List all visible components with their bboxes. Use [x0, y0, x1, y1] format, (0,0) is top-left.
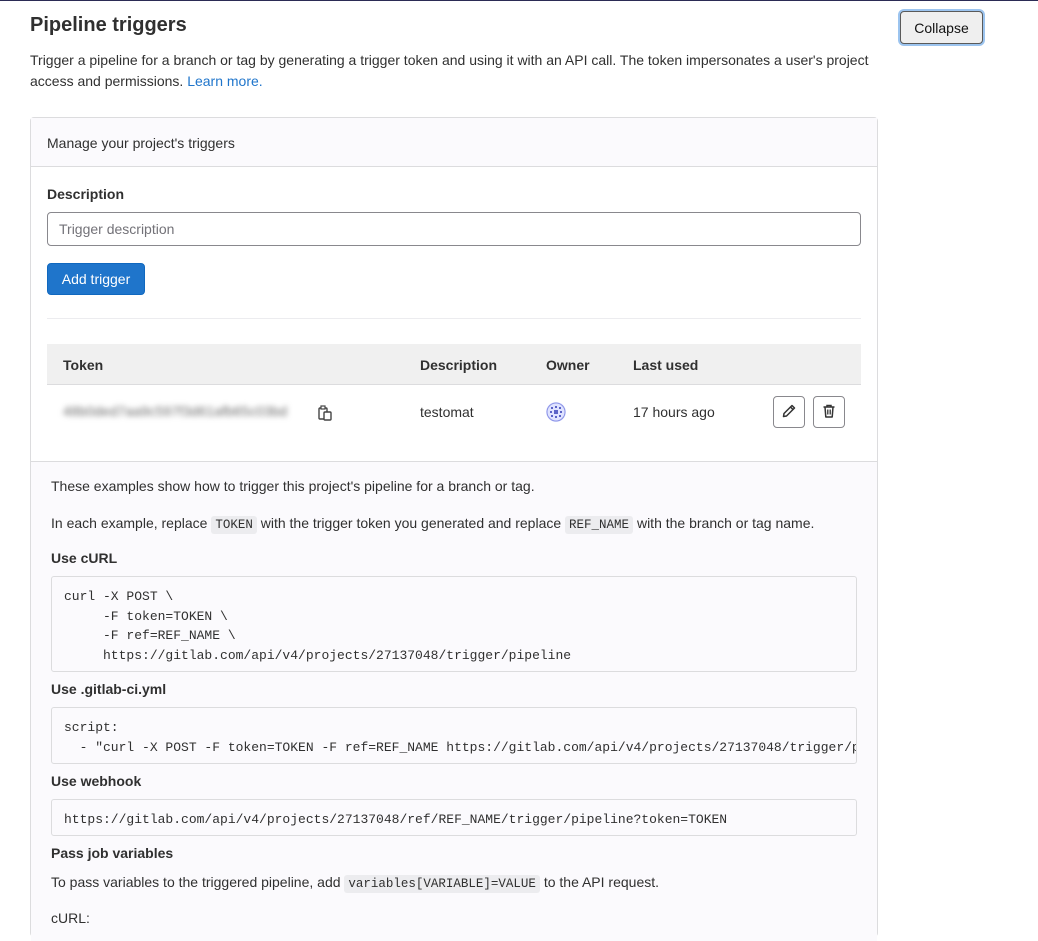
learn-more-link[interactable]: Learn more. [187, 73, 262, 89]
webhook-code-block: https://gitlab.com/api/v4/projects/27137… [51, 799, 857, 836]
code-line: - "curl -X POST -F token=TOKEN -F ref=RE… [64, 739, 857, 755]
edit-trigger-button[interactable] [773, 396, 805, 428]
gitlab-ci-heading: Use .gitlab-ci.yml [51, 681, 167, 697]
examples-section: These examples show how to trigger this … [31, 461, 877, 941]
table-row: 48b0ded7aa9c597f3d61afb65c03bd testomat [47, 385, 861, 441]
webhook-url: https://gitlab.com/api/v4/projects/27137… [64, 812, 728, 827]
curl-heading: Use cURL [51, 550, 118, 566]
examples-replace-note: In each example, replace TOKEN with the … [51, 515, 815, 534]
trigger-token: 48b0ded7aa9c597f3d61afb65c03bd [63, 403, 288, 419]
variables-code: variables[VARIABLE]=VALUE [344, 875, 540, 893]
section-description: Trigger a pipeline for a branch or tag b… [30, 50, 890, 92]
curl-label: cURL: [51, 910, 90, 926]
code-line: -F ref=REF_NAME \ [64, 628, 236, 643]
form-divider [47, 318, 861, 319]
delete-trigger-button[interactable] [813, 396, 845, 428]
ref-name-code: REF_NAME [565, 516, 634, 534]
pass-vars-text-2: to the API request. [543, 874, 660, 890]
triggers-table-header: Token Description Owner Last used [47, 344, 861, 385]
replace-text-1: In each example, replace [51, 515, 208, 531]
pass-variables-heading: Pass job variables [51, 845, 174, 861]
pass-variables-note: To pass variables to the triggered pipel… [51, 874, 660, 893]
token-code: TOKEN [211, 516, 257, 534]
examples-intro: These examples show how to trigger this … [51, 478, 535, 494]
replace-text-3: with the branch or tag name. [636, 515, 815, 531]
owner-avatar[interactable] [546, 402, 566, 422]
column-header-token: Token [63, 357, 104, 373]
curl-code-block: curl -X POST \ -F token=TOKEN \ -F ref=R… [51, 576, 857, 672]
trigger-description-input[interactable] [47, 212, 861, 246]
section-description-text: Trigger a pipeline for a branch or tag b… [30, 52, 869, 89]
column-header-description: Description [420, 357, 498, 373]
pipeline-triggers-page: Pipeline triggers Trigger a pipeline for… [0, 0, 1038, 941]
code-line: https://gitlab.com/api/v4/projects/27137… [64, 647, 572, 663]
pencil-icon [781, 403, 797, 422]
trigger-description: testomat [420, 404, 474, 420]
collapse-button[interactable]: Collapse [900, 11, 983, 44]
column-header-last-used: Last used [633, 357, 699, 373]
code-line: -F token=TOKEN \ [64, 608, 228, 624]
code-line: script: [64, 720, 119, 735]
triggers-card: Manage your project's triggers Descripti… [30, 117, 878, 941]
webhook-heading: Use webhook [51, 773, 142, 789]
column-header-owner: Owner [546, 357, 590, 373]
gitlab-ci-code-block: script: - "curl -X POST -F token=TOKEN -… [51, 707, 857, 764]
pass-vars-text-1: To pass variables to the triggered pipel… [51, 874, 341, 890]
code-line: curl -X POST \ [64, 589, 174, 604]
add-trigger-button[interactable]: Add trigger [47, 263, 145, 295]
section-title: Pipeline triggers [30, 14, 187, 36]
trash-icon [821, 403, 837, 422]
description-label: Description [47, 186, 125, 202]
replace-text-2: with the trigger token you generated and… [260, 515, 562, 531]
trigger-last-used: 17 hours ago [633, 404, 715, 420]
copy-icon[interactable] [318, 405, 332, 421]
card-header: Manage your project's triggers [31, 118, 877, 167]
